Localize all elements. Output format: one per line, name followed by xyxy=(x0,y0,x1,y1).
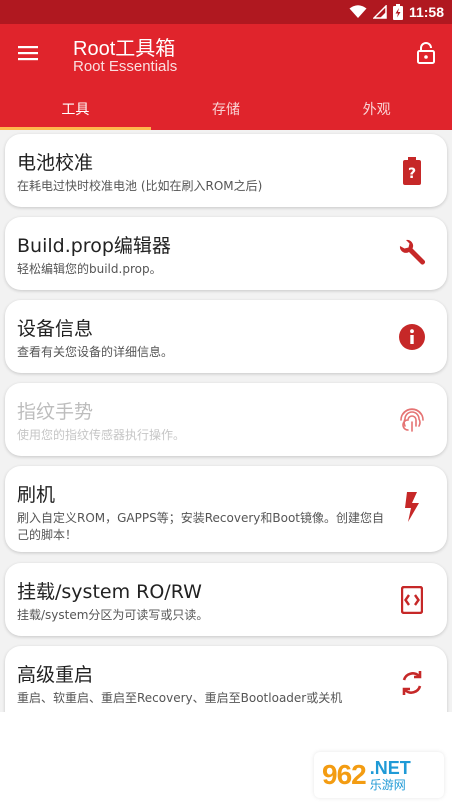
tab-bar: 工具 存储 外观 xyxy=(0,88,452,130)
app-subtitle: Root Essentials xyxy=(73,58,178,75)
card-title: 指纹手势 xyxy=(17,401,94,423)
mount-icon xyxy=(397,585,427,615)
tab-label: 存储 xyxy=(212,102,240,118)
card-battery-calibration[interactable]: 电池校准 在耗电过快时校准电池 (比如在刷入ROM之后) ? xyxy=(5,134,447,207)
card-description: 挂载/system分区为可读写或只读。 xyxy=(17,608,209,622)
card-fingerprint-gestures: 指纹手势 使用您的指纹传感器执行操作。 xyxy=(5,383,447,456)
info-icon xyxy=(397,322,427,352)
watermark-logo: 962 .NET 乐游网 xyxy=(314,752,444,798)
card-description: 在耗电过快时校准电池 (比如在刷入ROM之后) xyxy=(17,179,263,193)
svg-text:?: ? xyxy=(408,166,416,182)
app-bar: Root工具箱 Root Essentials 工具 存储 外观 xyxy=(0,24,452,130)
card-title: Build.prop编辑器 xyxy=(17,235,171,257)
watermark-domain: .NET xyxy=(369,758,411,778)
card-description: 查看有关您设备的详细信息。 xyxy=(17,345,174,359)
restart-icon xyxy=(397,668,427,698)
tab-appearance[interactable]: 外观 xyxy=(301,88,452,130)
battery-unknown-icon: ? xyxy=(397,156,427,186)
wrench-icon xyxy=(397,239,427,269)
card-mount-system[interactable]: 挂载/system RO/RW 挂载/system分区为可读写或只读。 xyxy=(5,563,447,636)
card-title: 电池校准 xyxy=(17,152,94,174)
card-title: 挂载/system RO/RW xyxy=(17,581,202,603)
menu-button[interactable] xyxy=(10,38,46,68)
card-title: 设备信息 xyxy=(17,318,94,340)
card-description: 重启、软重启、重启至Recovery、重启至Bootloader或关机 xyxy=(17,691,343,705)
lock-open-icon xyxy=(417,42,435,64)
card-title: 高级重启 xyxy=(17,664,94,686)
lock-button[interactable] xyxy=(412,38,440,68)
wifi-icon xyxy=(349,5,367,19)
status-bar: 11:58 xyxy=(0,0,452,24)
flash-icon xyxy=(397,492,427,522)
tab-label: 工具 xyxy=(61,102,90,118)
card-description: 轻松编辑您的build.prop。 xyxy=(17,262,162,276)
watermark-name: 乐游网 xyxy=(369,778,406,792)
tab-label: 外观 xyxy=(362,102,391,118)
watermark-number: 962 xyxy=(322,759,367,790)
app-title: Root工具箱 xyxy=(73,38,176,60)
card-device-info[interactable]: 设备信息 查看有关您设备的详细信息。 xyxy=(5,300,447,373)
card-title: 刷机 xyxy=(17,484,56,506)
tools-list: 电池校准 在耗电过快时校准电池 (比如在刷入ROM之后) ? Build.pro… xyxy=(0,130,452,712)
card-description: 使用您的指纹传感器执行操作。 xyxy=(17,428,186,442)
card-flash[interactable]: 刷机 刷入自定义ROM，GAPPS等；安装Recovery和Boot镜像。创建您… xyxy=(5,466,447,552)
tab-tools[interactable]: 工具 xyxy=(0,88,151,130)
battery-charging-icon xyxy=(392,4,403,20)
tab-storage[interactable]: 存储 xyxy=(151,88,302,130)
card-description: 刷入自定义ROM，GAPPS等；安装Recovery和Boot镜像。创建您自己的… xyxy=(17,511,384,542)
card-advanced-reboot[interactable]: 高级重启 重启、软重启、重启至Recovery、重启至Bootloader或关机 xyxy=(5,646,447,712)
fingerprint-icon xyxy=(397,405,427,435)
card-build-prop-editor[interactable]: Build.prop编辑器 轻松编辑您的build.prop。 xyxy=(5,217,447,290)
hamburger-icon xyxy=(18,46,38,61)
status-time: 11:58 xyxy=(408,4,444,20)
signal-icon xyxy=(372,5,387,19)
